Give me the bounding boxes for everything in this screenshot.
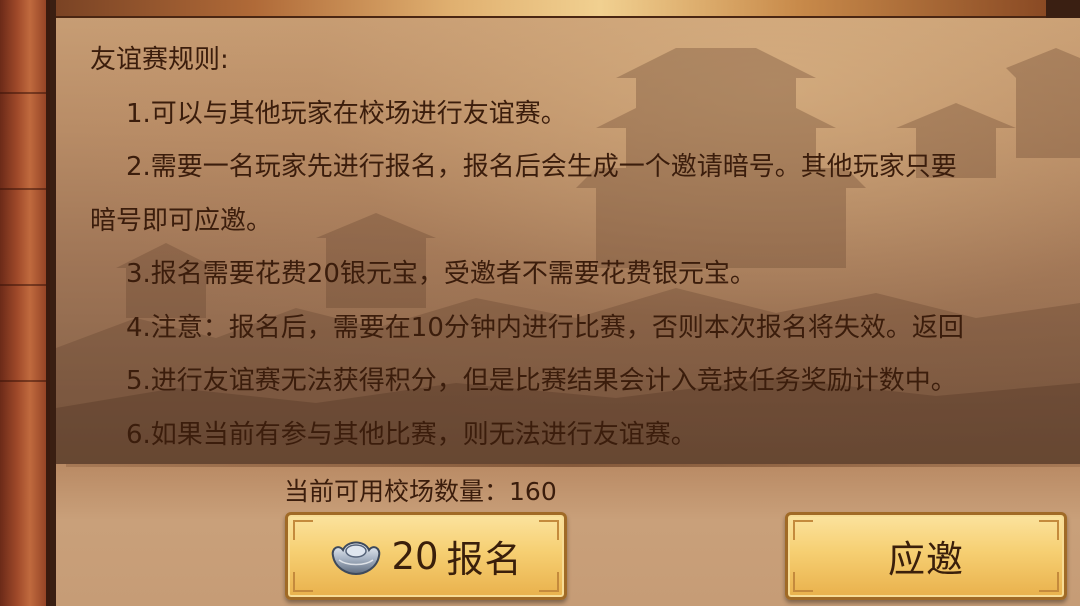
rule-item-continuation: 暗号即可应邀。 (90, 205, 273, 236)
button-corner-ornament (293, 572, 313, 592)
register-button[interactable]: 20 报名 (285, 512, 567, 600)
strip-divider (0, 284, 46, 286)
accept-button-label: 应邀 (888, 538, 964, 581)
button-corner-ornament (293, 520, 313, 540)
rule-item: 5.进行友谊赛无法获得积分，但是比赛结果会计入竞技任务奖励计数中。 (126, 366, 957, 396)
rule-item: 3.报名需要花费20银元宝，受邀者不需要花费银元宝。 (126, 259, 756, 289)
register-cost-group: 20 报名 (329, 529, 522, 583)
rule-item: 1.可以与其他玩家在校场进行友谊赛。 (126, 98, 567, 129)
rules-title: 友谊赛规则: (90, 45, 229, 75)
button-corner-ornament (793, 520, 813, 540)
available-venue-count: 当前可用校场数量：160 (284, 472, 557, 508)
venue-count-label: 当前可用校场数量： (284, 477, 510, 506)
rules-panel[interactable]: 友谊赛规则: 1.可以与其他玩家在校场进行友谊赛。 2.需要一名玩家先进行报名，… (56, 18, 1080, 464)
rule-item: 6.如果当前有参与其他比赛，则无法进行友谊赛。 (126, 419, 697, 450)
register-cost-value: 20 (391, 534, 439, 578)
button-corner-ornament (539, 520, 559, 540)
accept-invite-button[interactable]: 应邀 (785, 512, 1067, 600)
strip-edge (46, 0, 50, 606)
rule-item: 2.需要一名玩家先进行报名，报名后会生成一个邀请暗号。其他玩家只要 (126, 152, 957, 182)
button-corner-ornament (1039, 572, 1059, 592)
button-corner-ornament (793, 572, 813, 592)
left-side-tab-strip (0, 0, 50, 606)
rule-item: 4.注意：报名后，需要在10分钟内进行比赛，否则本次报名将失效。返回 (126, 312, 964, 343)
strip-divider (0, 92, 46, 94)
venue-count-value: 160 (509, 477, 557, 506)
silver-ingot-icon (332, 541, 381, 576)
button-corner-ornament (1039, 520, 1059, 540)
strip-divider (0, 188, 46, 190)
top-banner-image (56, 0, 1046, 18)
section-divider (66, 464, 1080, 467)
action-bar: 当前可用校场数量：160 20 报名 应邀 (56, 464, 1080, 606)
rules-text-block: 友谊赛规则: 1.可以与其他玩家在校场进行友谊赛。 2.需要一名玩家先进行报名，… (90, 34, 1080, 462)
button-corner-ornament (539, 572, 559, 592)
register-button-label: 报名 (446, 538, 523, 581)
strip-divider (0, 380, 46, 382)
